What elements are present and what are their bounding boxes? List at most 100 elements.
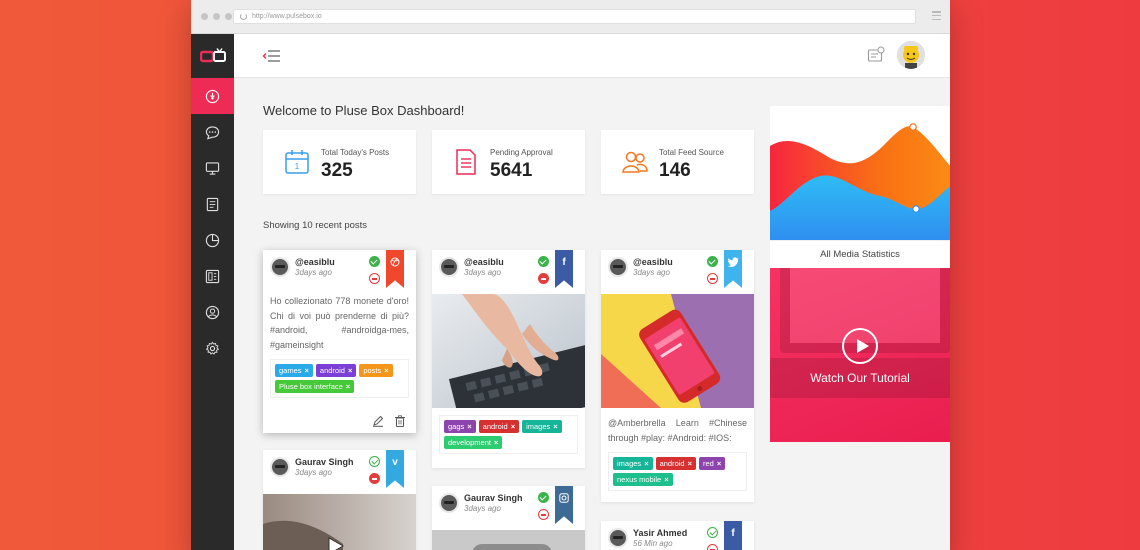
- avatar[interactable]: [270, 257, 290, 277]
- address-bar[interactable]: http://www.pulsebox.io: [233, 9, 916, 24]
- stat-card-today-posts[interactable]: 1 Total Today's Posts 325: [263, 130, 416, 194]
- reject-button[interactable]: [369, 473, 380, 484]
- remove-tag-icon[interactable]: ×: [348, 366, 352, 375]
- remove-tag-icon[interactable]: ×: [511, 422, 515, 431]
- post-tags: games × android × posts × Pluse box interfa…: [270, 359, 409, 398]
- sidebar-item-layout[interactable]: [191, 258, 234, 294]
- sidebar-item-profile[interactable]: [191, 294, 234, 330]
- approve-button[interactable]: [369, 256, 380, 267]
- twitter-icon: [724, 250, 742, 288]
- post-header: @easiblu 3days ago: [601, 250, 754, 294]
- approve-button[interactable]: [707, 256, 718, 267]
- remove-tag-icon[interactable]: ×: [664, 475, 668, 484]
- remove-tag-icon[interactable]: ×: [494, 438, 498, 447]
- reject-button[interactable]: [538, 273, 549, 284]
- stat-card-feed-source[interactable]: Total Feed Source 146: [601, 130, 754, 194]
- reject-button[interactable]: [538, 509, 549, 520]
- remove-tag-icon[interactable]: ×: [688, 459, 692, 468]
- reject-button[interactable]: [707, 544, 718, 550]
- tag[interactable]: posts ×: [359, 364, 393, 377]
- remove-tag-icon[interactable]: ×: [553, 422, 557, 431]
- media-statistics-panel[interactable]: All Media Statistics: [770, 106, 950, 268]
- play-button[interactable]: [842, 328, 878, 364]
- post-image-keyboard[interactable]: [432, 294, 585, 408]
- reload-icon[interactable]: [240, 13, 247, 20]
- tag[interactable]: android ×: [315, 364, 357, 377]
- reject-button[interactable]: [369, 273, 380, 284]
- edit-icon[interactable]: [372, 415, 384, 427]
- tag[interactable]: games ×: [275, 364, 313, 377]
- post-time: 3days ago: [633, 268, 670, 277]
- remove-tag-icon[interactable]: ×: [346, 382, 350, 391]
- tag[interactable]: nexus mobile ×: [613, 473, 673, 486]
- recent-posts-heading: Showing 10 recent posts: [263, 220, 368, 231]
- post-author[interactable]: Gaurav Singh: [464, 493, 523, 503]
- post-card[interactable]: @easiblu 3days ago Ho collezionato 778 m…: [263, 250, 416, 433]
- remove-tag-icon[interactable]: ×: [384, 366, 388, 375]
- page-title: Welcome to Pluse Box Dashboard!: [263, 103, 465, 118]
- tag[interactable]: Pluse box interface ×: [275, 380, 355, 393]
- app-logo[interactable]: [191, 34, 234, 78]
- tag[interactable]: images ×: [522, 420, 562, 433]
- post-image-phone[interactable]: [601, 294, 754, 408]
- facebook-icon: f: [555, 250, 573, 288]
- post-card[interactable]: @easiblu 3days ago @Amberbrella Learn #C…: [601, 250, 754, 502]
- post-card[interactable]: Gaurav Singh 3days ago v: [263, 450, 416, 550]
- post-image[interactable]: [432, 530, 585, 550]
- tag[interactable]: android ×: [478, 420, 520, 433]
- remove-tag-icon[interactable]: ×: [717, 459, 721, 468]
- reject-button[interactable]: [707, 273, 718, 284]
- tutorial-panel[interactable]: Watch Our Tutorial: [770, 268, 950, 442]
- post-author[interactable]: Yasir Ahmed: [633, 528, 687, 538]
- post-author[interactable]: @easiblu: [464, 257, 504, 267]
- approve-button[interactable]: [369, 456, 380, 467]
- dashboard-icon: [205, 89, 220, 103]
- approve-button[interactable]: [538, 492, 549, 503]
- sidebar-item-dashboard[interactable]: [191, 78, 234, 114]
- svg-text:1: 1: [295, 162, 300, 171]
- sidebar-item-settings[interactable]: [191, 330, 234, 366]
- sidebar-item-messages[interactable]: [191, 114, 234, 150]
- post-author[interactable]: @easiblu: [295, 257, 335, 267]
- stat-value: 146: [659, 160, 691, 181]
- approve-button[interactable]: [707, 527, 718, 538]
- avatar[interactable]: [608, 528, 628, 548]
- maximize-dot[interactable]: [225, 13, 232, 20]
- menu-toggle-icon[interactable]: [262, 49, 282, 63]
- post-card[interactable]: @easiblu 3days ago f gags × android × im…: [432, 250, 585, 468]
- sidebar-item-analytics[interactable]: [191, 222, 234, 258]
- close-dot[interactable]: [201, 13, 208, 20]
- media-statistics-label: All Media Statistics: [770, 240, 950, 268]
- post-author[interactable]: Gaurav Singh: [295, 457, 354, 467]
- remove-tag-icon[interactable]: ×: [305, 366, 309, 375]
- approve-button[interactable]: [538, 256, 549, 267]
- avatar[interactable]: [439, 493, 459, 513]
- tag[interactable]: android ×: [655, 457, 696, 470]
- tutorial-label[interactable]: Watch Our Tutorial: [770, 371, 950, 385]
- avatar[interactable]: [608, 257, 628, 277]
- sidebar-item-posts[interactable]: [191, 186, 234, 222]
- remove-tag-icon[interactable]: ×: [467, 422, 471, 431]
- media-statistics-chart[interactable]: [770, 106, 950, 240]
- remove-tag-icon[interactable]: ×: [644, 459, 648, 468]
- user-avatar[interactable]: [897, 41, 925, 69]
- avatar[interactable]: [439, 257, 459, 277]
- tag[interactable]: images ×: [613, 457, 653, 470]
- avatar[interactable]: [270, 457, 290, 477]
- stat-card-pending-approval[interactable]: Pending Approval 5641: [432, 130, 585, 194]
- minimize-dot[interactable]: [213, 13, 220, 20]
- post-card[interactable]: Yasir Ahmed 56 Min ago f: [601, 521, 754, 550]
- browser-menu-icon[interactable]: [932, 11, 941, 20]
- tag[interactable]: red ×: [699, 457, 726, 470]
- post-header: Gaurav Singh 3days ago v: [263, 450, 416, 494]
- post-author[interactable]: @easiblu: [633, 257, 673, 267]
- instagram-icon: [555, 486, 573, 524]
- avatar-icon: [897, 41, 925, 69]
- tag[interactable]: gags ×: [444, 420, 476, 433]
- tag[interactable]: development ×: [444, 436, 503, 449]
- notifications-icon[interactable]: [867, 46, 885, 64]
- delete-icon[interactable]: [394, 415, 406, 427]
- sidebar-item-display[interactable]: [191, 150, 234, 186]
- post-card[interactable]: Gaurav Singh 3days ago: [432, 486, 585, 550]
- post-video-thumbnail[interactable]: [263, 494, 416, 550]
